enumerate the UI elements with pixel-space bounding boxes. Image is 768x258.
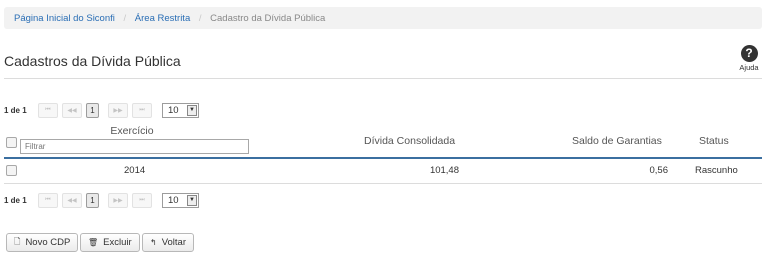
cell-divida: 101,48 <box>429 165 459 176</box>
pager-top: 1 de 1 ⏮ ◀◀ 1 ▶▶ ⏭ 10 ▼ <box>4 101 199 119</box>
trash-icon: 🗑 <box>88 238 99 247</box>
cell-exercicio: 2014 <box>124 165 146 176</box>
cell-status: Rascunho <box>695 165 738 176</box>
page-1-button[interactable]: 1 <box>86 102 99 118</box>
select-all-checkbox[interactable] <box>6 137 17 148</box>
breadcrumb-separator: / <box>123 13 127 24</box>
table-header-divider <box>4 157 762 159</box>
next-page-button[interactable]: ▶▶ <box>108 192 128 208</box>
pager-count: 1 de 1 <box>4 105 27 115</box>
cell-saldo: 0,56 <box>649 165 669 176</box>
last-page-button[interactable]: ⏭ <box>132 102 152 118</box>
pager-bottom: 1 de 1 ⏮ ◀◀ 1 ▶▶ ⏭ 10 ▼ <box>4 191 199 209</box>
page-1-button[interactable]: 1 <box>86 192 99 208</box>
column-header-status[interactable]: Status <box>699 135 729 147</box>
delete-label: Excluir <box>103 237 132 248</box>
new-cdp-button[interactable]: 🗋 Novo CDP <box>6 233 79 252</box>
new-cdp-label: Novo CDP <box>25 237 71 248</box>
breadcrumb-current: Cadastro da Dívida Pública <box>210 13 326 24</box>
page-size-select[interactable]: 10 ▼ <box>162 102 199 118</box>
column-header-saldo[interactable]: Saldo de Garantias <box>572 135 662 147</box>
last-page-button[interactable]: ⏭ <box>132 192 152 208</box>
help-button[interactable]: ? Ajuda <box>736 45 762 72</box>
next-page-button[interactable]: ▶▶ <box>108 102 128 118</box>
row-checkbox[interactable] <box>6 165 17 176</box>
row-divider <box>4 183 762 184</box>
help-label: Ajuda <box>739 63 759 72</box>
breadcrumb: Página Inicial do Siconfi / Área Restrit… <box>4 7 762 29</box>
column-header-exercicio[interactable]: Exercício <box>0 125 264 137</box>
column-header-divida[interactable]: Dívida Consolidada <box>364 135 455 147</box>
file-icon: 🗋 <box>14 236 21 246</box>
first-page-button[interactable]: ⏮ <box>38 192 58 208</box>
first-page-button[interactable]: ⏮ <box>38 102 58 118</box>
prev-page-button[interactable]: ◀◀ <box>62 192 82 208</box>
breadcrumb-separator: / <box>198 13 202 24</box>
breadcrumb-home-link[interactable]: Página Inicial do Siconfi <box>14 13 115 24</box>
page-size-value: 10 <box>168 194 179 206</box>
delete-button[interactable]: 🗑 Excluir <box>80 233 140 252</box>
breadcrumb-restricted-link[interactable]: Área Restrita <box>135 13 190 24</box>
page-title: Cadastros da Dívida Pública <box>4 53 181 69</box>
filter-input[interactable] <box>20 139 249 154</box>
back-button[interactable]: ↰ Voltar <box>142 233 194 252</box>
page-size-select[interactable]: 10 ▼ <box>162 192 199 208</box>
back-label: Voltar <box>161 237 186 248</box>
title-divider <box>4 78 762 79</box>
page-size-value: 10 <box>168 104 179 116</box>
help-icon: ? <box>740 45 758 62</box>
undo-arrow-icon: ↰ <box>150 238 157 247</box>
prev-page-button[interactable]: ◀◀ <box>62 102 82 118</box>
chevron-down-icon: ▼ <box>187 194 197 206</box>
pager-count: 1 de 1 <box>4 195 27 205</box>
chevron-down-icon: ▼ <box>187 104 197 116</box>
